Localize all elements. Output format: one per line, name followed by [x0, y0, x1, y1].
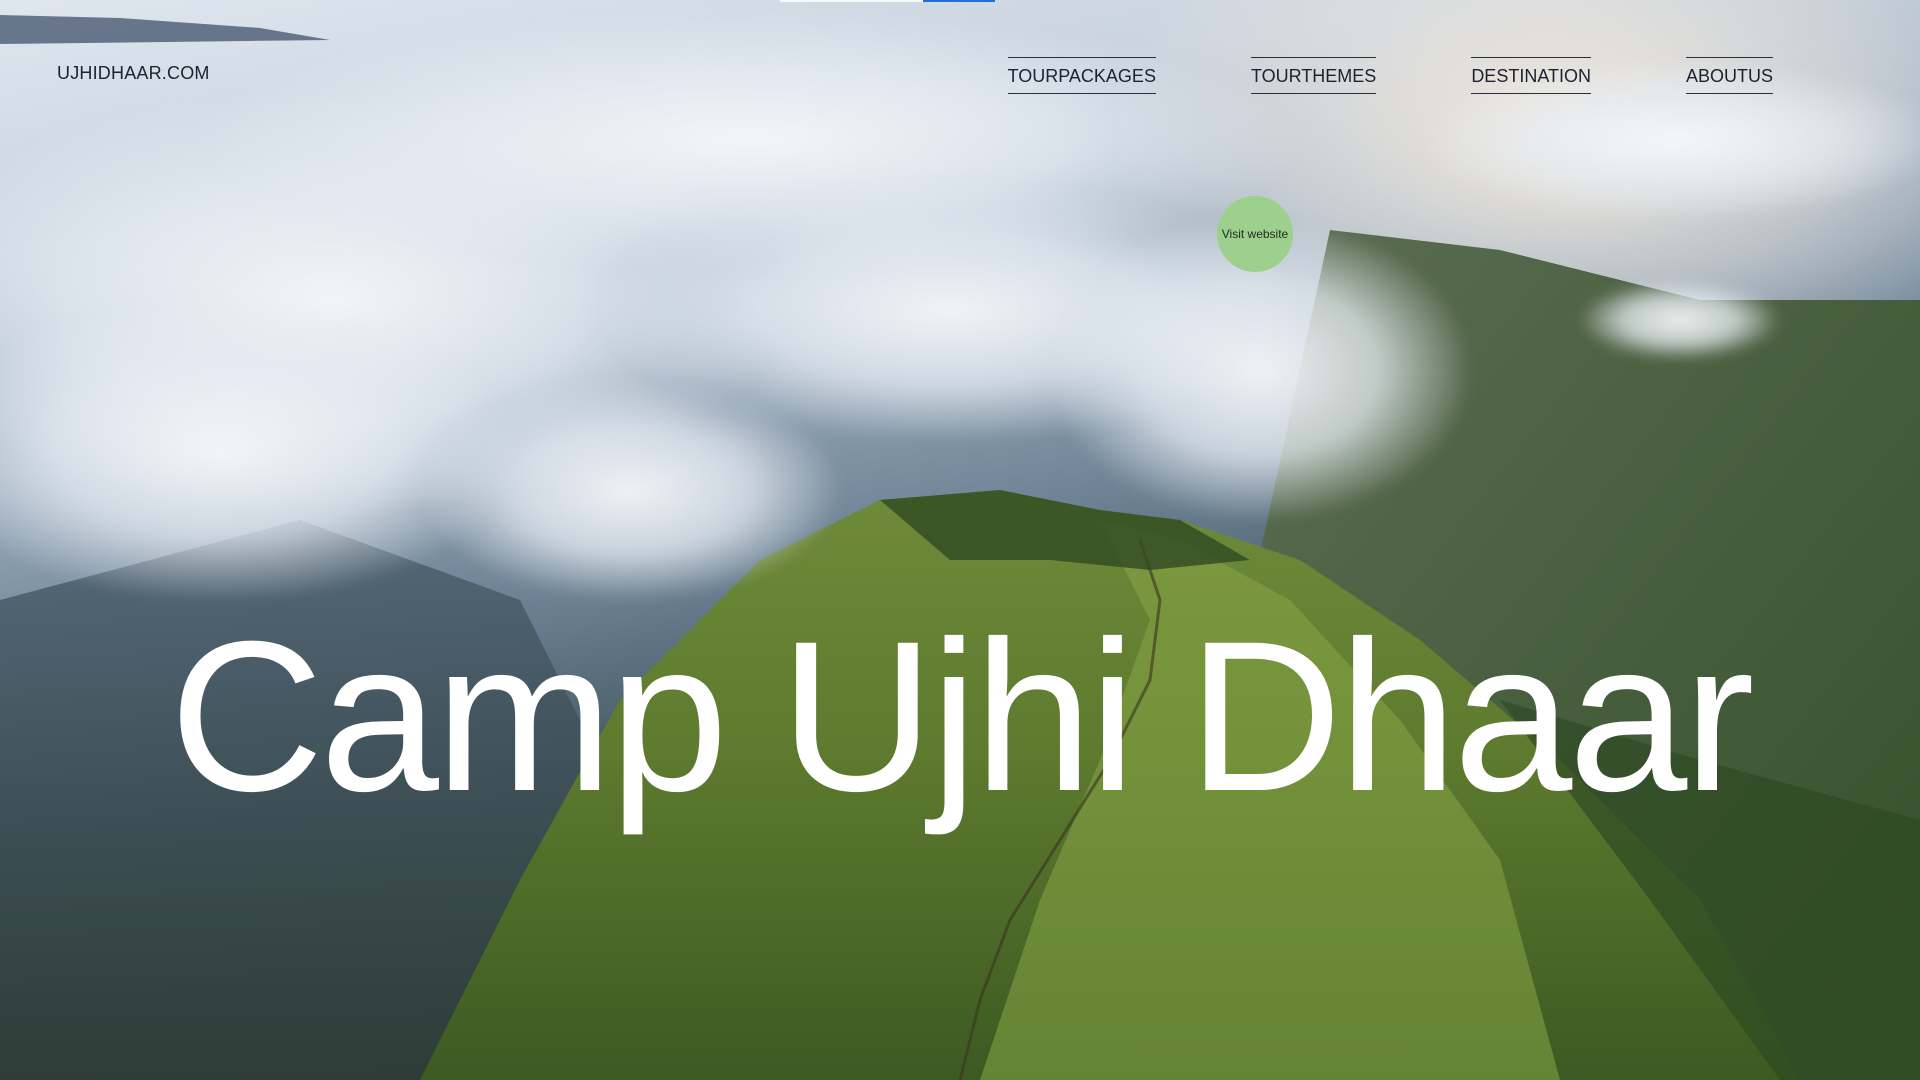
site-logo[interactable]: UJHIDHAAR.COM — [57, 63, 210, 84]
top-progress-active-segment — [923, 0, 995, 2]
visit-website-label: Visit website — [1221, 227, 1289, 241]
hero-background-image — [0, 0, 1920, 1080]
cloud — [420, 380, 840, 600]
nav-item-tourthemes[interactable]: TOURTHEMES — [1250, 57, 1377, 94]
nav-item-destination[interactable]: DESTINATION — [1471, 57, 1591, 94]
nav-item-tourpackages[interactable]: TOURPACKAGES — [1007, 57, 1156, 94]
top-progress-bar — [780, 0, 995, 2]
hero-title: Camp Ujhi Dhaar — [169, 597, 1754, 836]
cloud — [1580, 280, 1780, 360]
nav-item-aboutus[interactable]: ABOUTUS — [1685, 57, 1773, 94]
hero-section: UJHIDHAAR.COM TOURPACKAGES TOURTHEMES DE… — [0, 0, 1920, 1080]
main-nav: TOURPACKAGES TOURTHEMES DESTINATION ABOU… — [1007, 57, 1773, 94]
visit-website-button[interactable]: Visit website — [1217, 196, 1293, 272]
